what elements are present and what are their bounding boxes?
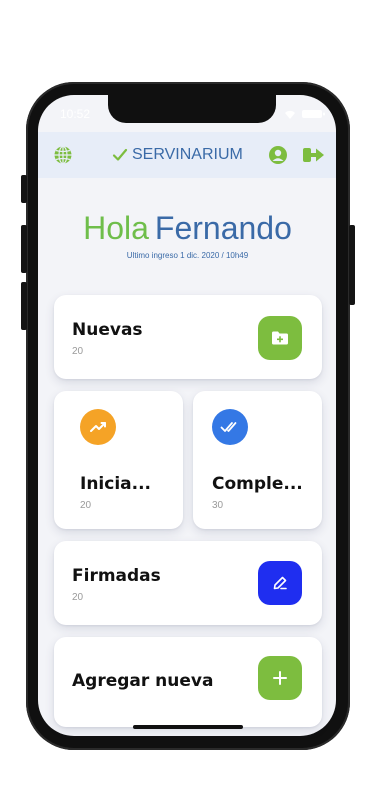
greeting-name: Fernando xyxy=(154,210,292,246)
double-check-icon xyxy=(220,422,237,432)
trend-up-icon xyxy=(90,422,106,432)
phone-side-button-silent xyxy=(21,175,27,203)
home-indicator[interactable] xyxy=(133,725,243,729)
user-icon[interactable] xyxy=(268,145,288,165)
completadas-badge xyxy=(212,409,248,445)
greeting-hola: Hola xyxy=(83,210,149,246)
brand-logo: SERVINARIUM xyxy=(112,145,252,165)
card-iniciadas-title: Inicia... xyxy=(80,474,152,494)
globe-icon[interactable] xyxy=(53,145,73,165)
card-iniciadas[interactable] xyxy=(54,391,183,529)
notch xyxy=(108,95,276,123)
card-completadas-count: 30 xyxy=(212,500,224,511)
firmadas-button[interactable] xyxy=(258,561,302,605)
last-login-text: Ultimo ingreso 1 dic. 2020 / 10h49 xyxy=(126,251,249,260)
phone-side-button-volume-down xyxy=(21,282,27,330)
check-icon xyxy=(112,148,128,161)
nuevas-button[interactable] xyxy=(258,316,302,360)
iniciadas-badge xyxy=(80,409,116,445)
card-nuevas-title: Nuevas xyxy=(72,320,143,340)
logout-icon[interactable] xyxy=(302,145,326,165)
greeting: Hola Fernando xyxy=(60,206,315,250)
battery-icon xyxy=(302,110,322,118)
brand-name: SERVINARIUM xyxy=(132,146,243,163)
card-firmadas-count: 20 xyxy=(72,592,84,603)
pen-icon xyxy=(273,576,287,590)
phone-side-button-power xyxy=(349,225,355,305)
card-firmadas-title: Firmadas xyxy=(72,566,161,586)
folder-plus-icon xyxy=(272,331,288,345)
status-icons xyxy=(285,110,325,119)
card-agregar-title: Agregar nueva xyxy=(72,671,214,691)
card-completadas-title: Comple... xyxy=(212,474,303,494)
card-nuevas-count: 20 xyxy=(72,346,84,357)
status-time: 10:52 xyxy=(60,107,91,121)
plus-icon xyxy=(273,671,287,685)
wifi-icon xyxy=(285,110,295,119)
card-iniciadas-count: 20 xyxy=(80,500,92,511)
phone-side-button-volume-up xyxy=(21,225,27,273)
add-new-button[interactable] xyxy=(258,656,302,700)
